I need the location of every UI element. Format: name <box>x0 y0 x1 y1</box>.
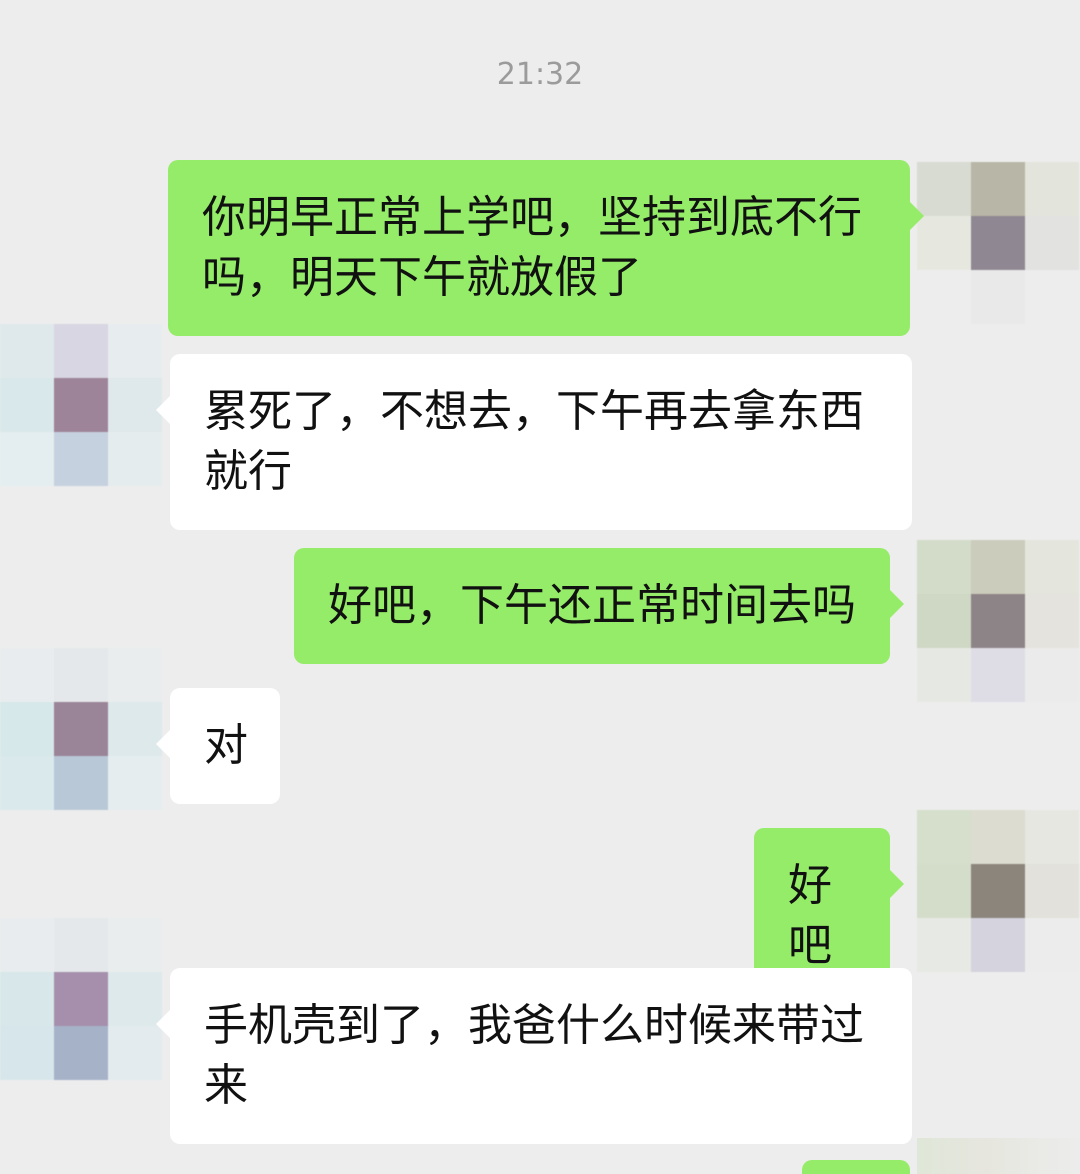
message-bubble-outgoing[interactable]: 你明早正常上学吧，坚持到底不行吗，明天下午就放假了 <box>168 160 924 336</box>
message-bubble-incoming[interactable]: 对 <box>156 688 280 804</box>
avatar-self[interactable] <box>917 540 1079 702</box>
message-text: 好吧 <box>788 860 832 971</box>
message-bubble-outgoing-partial[interactable] <box>802 1160 910 1174</box>
avatar-self[interactable] <box>917 810 1079 972</box>
avatar-self[interactable] <box>917 162 1079 324</box>
avatar-other[interactable] <box>0 918 162 1080</box>
avatar-other[interactable] <box>0 648 162 810</box>
message-bubble-outgoing[interactable]: 好吧，下午还正常时间去吗 <box>294 548 904 664</box>
message-text: 好吧，下午还正常时间去吗 <box>328 580 856 631</box>
message-text: 手机壳到了，我爸什么时候来带过来 <box>204 1000 864 1111</box>
message-bubble-incoming[interactable]: 手机壳到了，我爸什么时候来带过来 <box>156 968 912 1144</box>
message-text: 累死了，不想去，下午再去拿东西就行 <box>204 386 864 497</box>
message-bubble-incoming[interactable]: 累死了，不想去，下午再去拿东西就行 <box>156 354 912 530</box>
avatar-self-partial[interactable] <box>917 1138 1080 1174</box>
message-text: 你明早正常上学吧，坚持到底不行吗，明天下午就放假了 <box>202 192 862 303</box>
message-text: 对 <box>204 720 248 771</box>
chat-timestamp: 21:32 <box>496 57 584 92</box>
avatar-other[interactable] <box>0 324 162 486</box>
